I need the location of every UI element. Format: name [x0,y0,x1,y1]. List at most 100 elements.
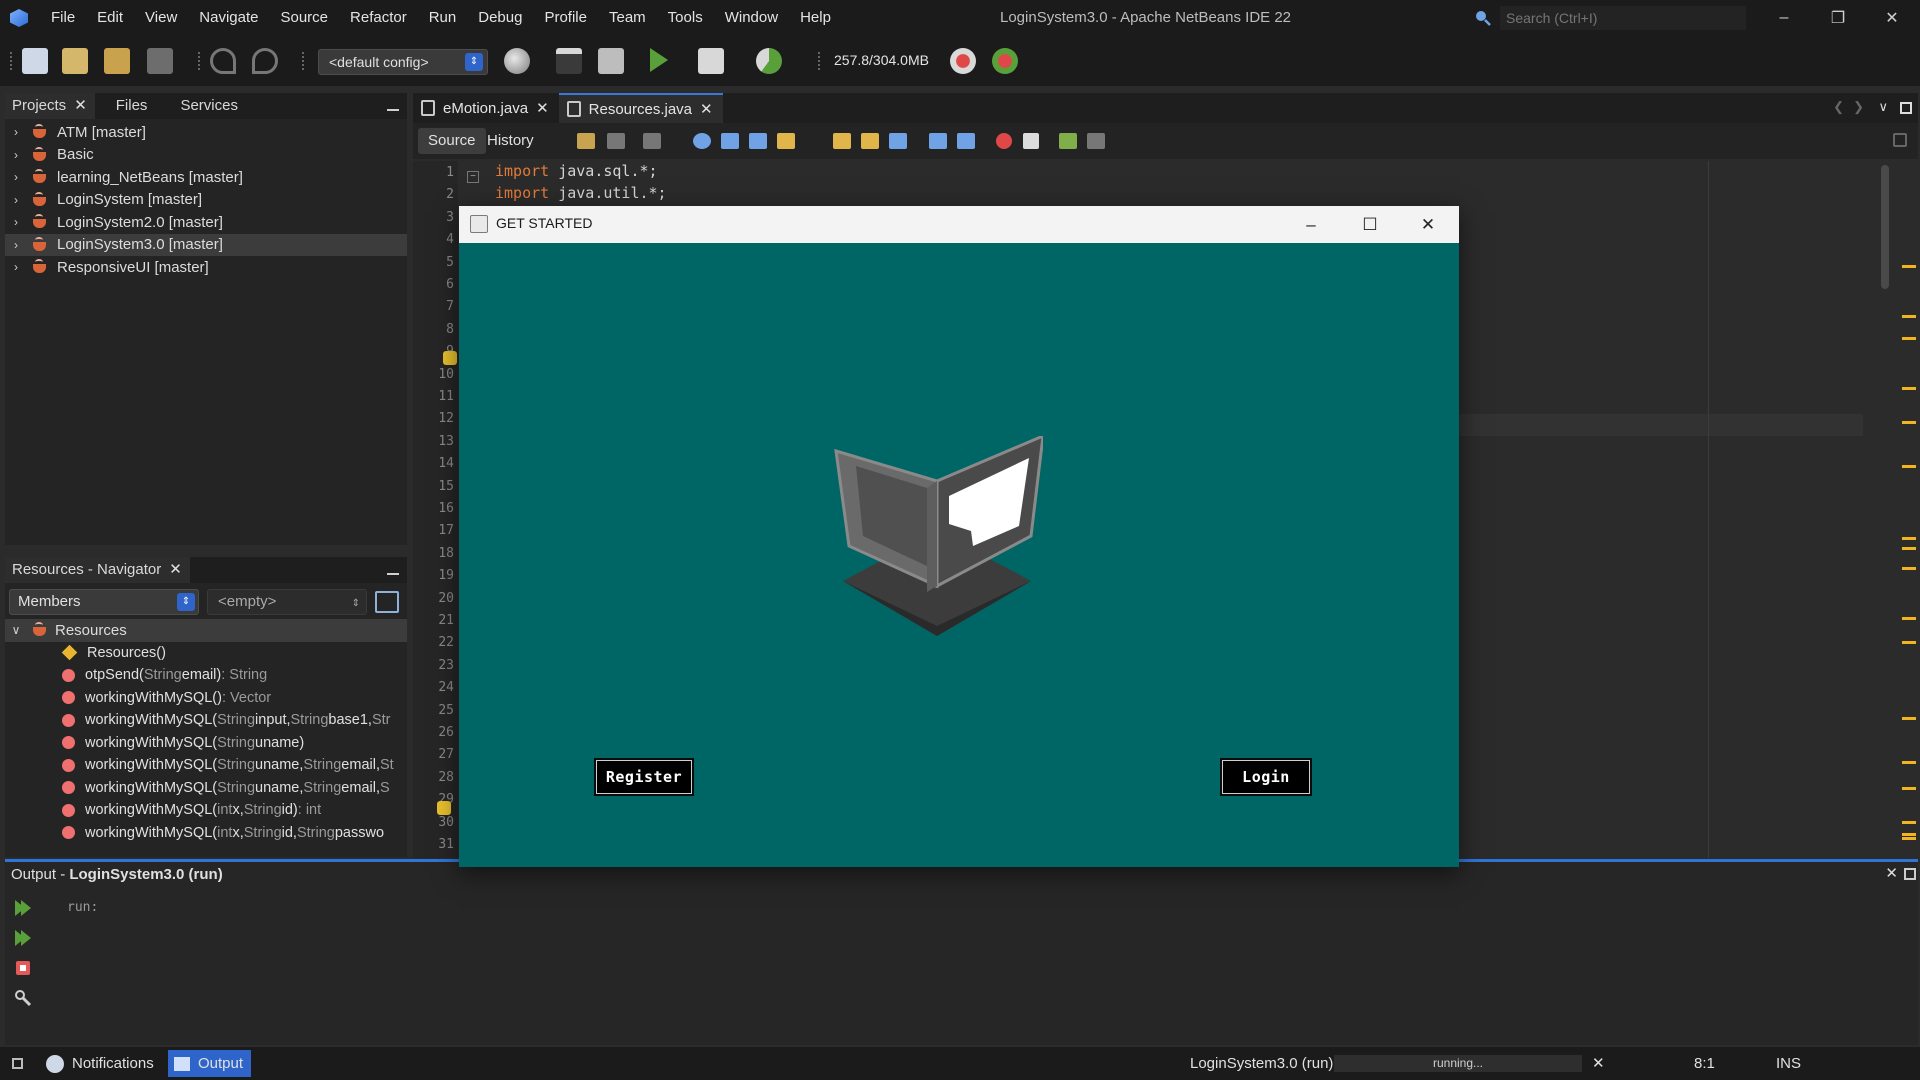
tab-projects[interactable]: Projects ✕ [5,93,95,119]
chevron-right-icon[interactable]: › [5,215,27,229]
rerun-with-params-icon[interactable] [13,928,33,948]
menu-source[interactable]: Source [269,0,339,36]
dialog-close-button[interactable]: ✕ [1399,206,1457,243]
minimize-panel-icon[interactable] [387,101,399,111]
member-item[interactable]: workingWithMySQL(String uname, String em… [5,754,407,777]
scroll-tabs-right-icon[interactable]: ❯ [1853,99,1864,115]
restore-window-button[interactable]: ❐ [1810,0,1866,36]
warning-mark[interactable] [1902,837,1916,840]
close-icon[interactable]: ✕ [74,93,87,119]
login-button[interactable]: Login [1222,760,1310,794]
tab-resources-java[interactable]: Resources.java ✕ [558,93,723,123]
member-item[interactable]: workingWithMySQL(int x, String id, Strin… [5,822,407,845]
chevron-right-icon[interactable]: › [5,238,27,252]
member-item[interactable]: workingWithMySQL(String uname) [5,732,407,755]
search-box[interactable] [1474,6,1748,30]
show-opened-documents-icon[interactable]: ∨ [1878,99,1888,115]
memory-usage[interactable]: 257.8/304.0MB [834,52,929,68]
forward-icon[interactable] [643,133,661,149]
profile-memory-icon[interactable] [992,48,1018,74]
member-item[interactable]: Resources() [5,642,407,665]
notifications-tab[interactable]: Notifications [46,1047,154,1080]
vertical-scrollbar[interactable] [1881,165,1889,289]
warning-mark[interactable] [1902,265,1916,268]
tab-navigator[interactable]: Resources - Navigator ✕ [5,557,190,583]
back-icon[interactable] [607,133,625,149]
build-hammer-icon[interactable] [556,48,582,74]
configuration-select[interactable]: <default config> ⇕ [318,49,488,75]
menu-profile[interactable]: Profile [533,0,598,36]
output-text[interactable]: run: [67,900,98,915]
project-node[interactable]: › LoginSystem [master] [5,189,407,212]
warning-mark[interactable] [1902,465,1916,468]
warning-mark[interactable] [1902,787,1916,790]
find-selection-icon[interactable] [693,133,711,149]
chevron-right-icon[interactable]: › [5,125,27,139]
shift-right-icon[interactable] [957,133,975,149]
members-select[interactable]: Members ⇕ [9,589,199,615]
previous-bookmark-icon[interactable] [833,133,851,149]
dialog-minimize-button[interactable]: – [1282,206,1340,243]
start-macro-icon[interactable] [996,133,1012,149]
tab-services[interactable]: Services [173,93,246,119]
source-view-button[interactable]: Source [418,128,486,154]
new-file-icon[interactable] [22,48,48,74]
warning-mark[interactable] [1902,821,1916,824]
output-tab[interactable]: Output [168,1050,252,1077]
warning-mark[interactable] [1902,315,1916,318]
warning-mark[interactable] [1902,761,1916,764]
warning-mark[interactable] [1902,567,1916,570]
close-icon[interactable]: ✕ [169,557,182,583]
cancel-task-icon[interactable]: ✕ [1592,1047,1605,1080]
redo-icon[interactable] [252,48,278,74]
menu-refactor[interactable]: Refactor [339,0,418,36]
member-item[interactable]: workingWithMySQL() : Vector [5,687,407,710]
tab-emotion-java[interactable]: eMotion.java ✕ [413,93,559,123]
close-window-button[interactable]: ✕ [1864,0,1920,36]
chevron-down-icon[interactable]: ∨ [5,623,27,637]
minimize-window-button[interactable]: – [1756,0,1812,36]
minimize-panel-icon[interactable] [387,565,399,575]
last-edit-icon[interactable] [577,133,595,149]
warning-mark[interactable] [1902,421,1916,424]
scope-select[interactable]: <empty> ⇕ [207,589,367,615]
stop-icon[interactable] [13,958,33,978]
register-button[interactable]: Register [596,760,692,794]
menu-debug[interactable]: Debug [467,0,533,36]
project-node[interactable]: › learning_NetBeans [master] [5,166,407,189]
chevron-right-icon[interactable]: › [5,170,27,184]
chevron-right-icon[interactable]: › [5,260,27,274]
project-node[interactable]: › ResponsiveUI [master] [5,256,407,279]
maximize-window-icon[interactable] [1900,102,1912,114]
navigator-root[interactable]: ∨ Resources [5,619,407,642]
warning-mark[interactable] [1902,337,1916,340]
garbage-collect-icon[interactable] [950,48,976,74]
member-item[interactable]: otpSend(String email) : String [5,664,407,687]
hint-bulb-icon[interactable] [437,801,451,815]
next-bookmark-icon[interactable] [861,133,879,149]
restore-panel-icon[interactable] [1904,868,1916,880]
find-next-icon[interactable] [749,133,767,149]
fold-icon[interactable]: − [467,171,479,183]
debug-project-icon[interactable] [698,48,724,74]
history-view-button[interactable]: History [477,128,544,154]
menu-navigate[interactable]: Navigate [188,0,269,36]
save-all-icon[interactable] [147,48,173,74]
error-stripe[interactable] [1898,161,1916,858]
close-icon[interactable]: ✕ [700,100,713,118]
warning-mark[interactable] [1902,547,1916,550]
warning-mark[interactable] [1902,833,1916,836]
menu-run[interactable]: Run [418,0,468,36]
comment-icon[interactable] [1059,133,1077,149]
window-icon[interactable] [12,1058,23,1069]
rerun-icon[interactable] [13,898,33,918]
toggle-bookmark-icon[interactable] [889,133,907,149]
settings-tools-icon[interactable] [13,988,33,1008]
menu-tools[interactable]: Tools [657,0,714,36]
project-node[interactable]: › LoginSystem2.0 [master] [5,211,407,234]
menu-edit[interactable]: Edit [86,0,134,36]
warning-mark[interactable] [1902,387,1916,390]
member-item[interactable]: workingWithMySQL(String input, String ba… [5,709,407,732]
member-item[interactable]: workingWithMySQL(int x, String id) : int [5,799,407,822]
toggle-highlight-icon[interactable] [777,133,795,149]
